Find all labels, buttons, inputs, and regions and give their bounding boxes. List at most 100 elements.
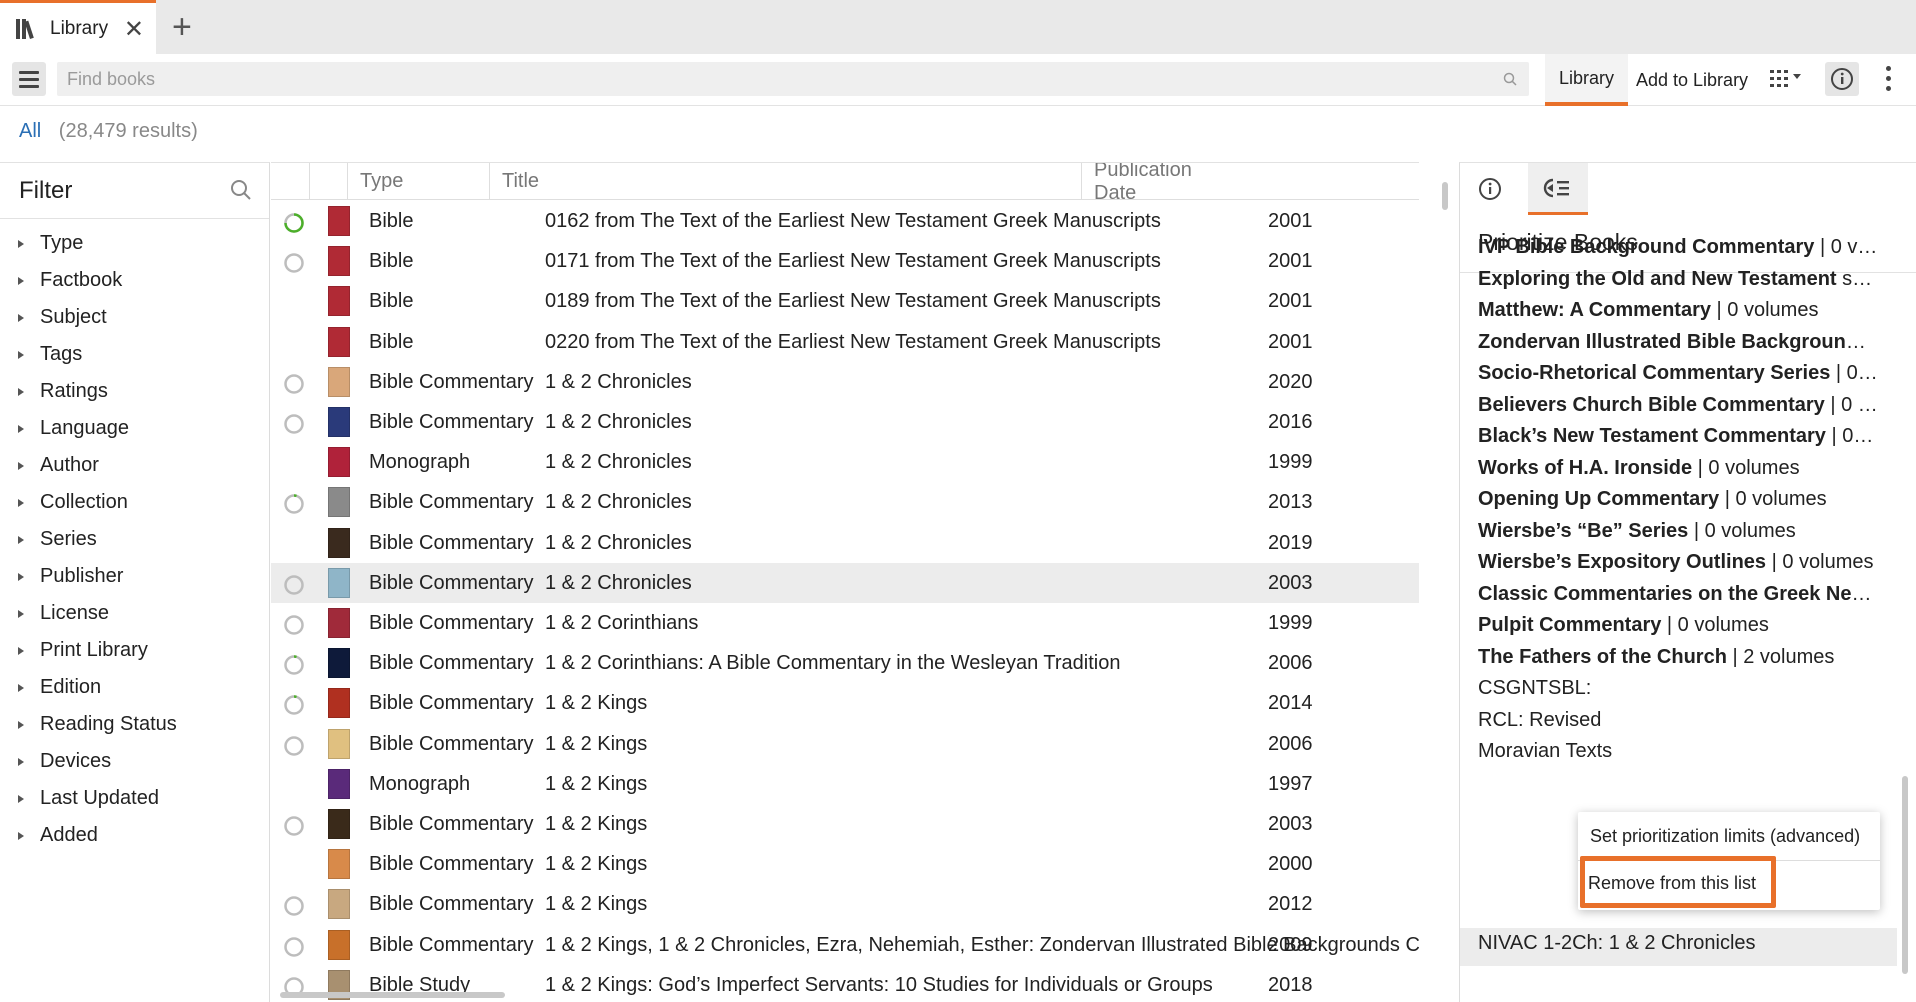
filter-item[interactable]: Subject	[0, 299, 269, 336]
prioritize-item[interactable]: Works of H.A. Ironside | 0 volumes	[1478, 457, 1878, 489]
prioritize-item[interactable]: Black’s New Testament Commentary | 0 vol…	[1478, 425, 1878, 457]
prioritize-item[interactable]: Socio-Rhetorical Commentary Series | 0 v…	[1478, 362, 1878, 394]
tab-info[interactable]	[1460, 163, 1520, 215]
table-row[interactable]: Bible Commentary 1 & 2 Chronicles 2020	[271, 362, 1419, 402]
tab-library[interactable]: Library ✕	[0, 0, 156, 54]
chevron-right-icon	[18, 720, 24, 729]
prioritize-item[interactable]: Classic Commentaries on the Greek New Te…	[1478, 583, 1878, 615]
filter-list: Type Factbook Subject Tags Ratings Language Au…	[0, 219, 269, 854]
filter-item[interactable]: Series	[0, 521, 269, 558]
prioritize-item[interactable]: The Fathers of the Church | 2 volumes	[1478, 646, 1878, 678]
tab-prioritize[interactable]	[1528, 163, 1588, 215]
prioritize-item-name: Opening Up Commentary	[1478, 488, 1720, 510]
prioritize-item[interactable]: Zondervan Illustrated Bible Backgrounds …	[1478, 331, 1878, 363]
table-row[interactable]: Bible Commentary 1 & 2 Kings 2014	[271, 683, 1419, 723]
column-header-publication-date[interactable]: Publication Date	[1081, 163, 1231, 204]
book-cover	[328, 286, 350, 317]
filter-item[interactable]: License	[0, 595, 269, 632]
prioritize-item-detail: series	[1842, 267, 1878, 290]
all-link[interactable]: All	[19, 120, 41, 142]
book-cover	[328, 809, 350, 839]
table-row[interactable]: Bible 0171 from The Text of the Earliest …	[271, 241, 1419, 281]
column-header-type[interactable]: Type	[347, 163, 489, 200]
table-row[interactable]: Monograph 1 & 2 Chronicles 1999	[271, 442, 1419, 482]
prioritize-item[interactable]: RCL: Revised	[1478, 709, 1878, 741]
filter-item[interactable]: Author	[0, 447, 269, 484]
table-vertical-scrollbar[interactable]	[1440, 170, 1450, 970]
cell-date: 1999	[1268, 451, 1313, 474]
filter-item[interactable]: Factbook	[0, 262, 269, 299]
filter-item[interactable]: Type	[0, 225, 269, 262]
search-input[interactable]	[57, 62, 1457, 96]
prioritize-item-name: Black’s New Testament Commentary	[1478, 425, 1826, 447]
grid-view-icon[interactable]	[1770, 68, 1810, 92]
filter-item[interactable]: Ratings	[0, 373, 269, 410]
filter-item[interactable]: Print Library	[0, 632, 269, 669]
filter-item[interactable]: Edition	[0, 669, 269, 706]
table-row[interactable]: Bible Commentary 1 & 2 Corinthians: A Bib…	[271, 643, 1419, 683]
prioritize-item-name: Socio-Rhetorical Commentary Series	[1478, 362, 1831, 384]
prioritize-item[interactable]: CSGNTSBL:	[1478, 677, 1878, 709]
prioritize-item[interactable]: Moravian Texts	[1478, 740, 1878, 772]
book-cover	[328, 929, 350, 960]
filter-item[interactable]: Language	[0, 410, 269, 447]
filter-item[interactable]: Publisher	[0, 558, 269, 595]
table-row[interactable]: Bible 0162 from The Text of the Earliest …	[271, 201, 1419, 241]
cell-type: Bible	[369, 210, 414, 232]
prioritize-item[interactable]: Opening Up Commentary | 0 volumes	[1478, 488, 1878, 520]
filter-item[interactable]: Last Updated	[0, 780, 269, 817]
table-row[interactable]: Bible Commentary 1 & 2 Kings 2000	[271, 844, 1419, 884]
filter-item[interactable]: Collection	[0, 484, 269, 521]
chevron-right-icon	[18, 757, 24, 766]
more-options-icon[interactable]	[1884, 66, 1892, 94]
chevron-right-icon	[18, 276, 24, 285]
tab-add-to-library[interactable]: Add to Library	[1636, 54, 1748, 106]
menu-item-set-limits[interactable]: Set prioritization limits (advanced)	[1590, 826, 1860, 847]
info-button[interactable]	[1825, 62, 1859, 96]
prioritize-item[interactable]: Wiersbe’s “Be” Series | 0 volumes	[1478, 520, 1878, 552]
filter-item-label: Edition	[40, 676, 102, 698]
column-header-title[interactable]: Title	[489, 163, 1081, 200]
hamburger-menu-button[interactable]	[12, 62, 46, 96]
table-row[interactable]: Bible Commentary 1 & 2 Chronicles 2013	[271, 482, 1419, 522]
search-icon[interactable]	[1503, 72, 1517, 86]
filter-item[interactable]: Added	[0, 817, 269, 854]
prioritize-item[interactable]: Matthew: A Commentary | 0 volumes	[1478, 299, 1878, 331]
table-row[interactable]: Bible Commentary 1 & 2 Corinthians 1999	[271, 603, 1419, 643]
prioritize-item[interactable]: IVP Bible Background Commentary | 0 volu…	[1478, 236, 1878, 268]
table-row[interactable]: Bible Commentary 1 & 2 Kings, 1 & 2 Chron…	[271, 925, 1419, 965]
close-icon[interactable]: ✕	[124, 15, 144, 44]
table-row[interactable]: Bible Commentary 1 & 2 Chronicles 2003	[271, 562, 1419, 603]
table-row[interactable]: Bible 0189 from The Text of the Earliest …	[271, 281, 1419, 321]
panel-scrollbar[interactable]	[1902, 776, 1908, 974]
table-row[interactable]: Bible Commentary 1 & 2 Kings 2006	[271, 724, 1419, 764]
book-cover	[328, 527, 350, 558]
book-cover	[328, 889, 350, 920]
filter-item[interactable]: Reading Status	[0, 706, 269, 743]
prioritize-item[interactable]: Pulpit Commentary | 0 volumes	[1478, 614, 1878, 646]
book-cover	[328, 648, 350, 679]
table-row[interactable]: Bible Commentary 1 & 2 Chronicles 2019	[271, 523, 1419, 563]
search-box	[57, 62, 1529, 96]
info-icon	[1831, 68, 1853, 90]
prioritize-item-detail: | 0 volumes	[1819, 236, 1878, 258]
table-row[interactable]: Bible 0220 from The Text of the Earliest …	[271, 322, 1419, 362]
prioritize-item[interactable]: Believers Church Bible Commentary | 0 vo…	[1478, 394, 1878, 426]
prioritize-item-name: Works of H.A. Ironside	[1478, 456, 1693, 479]
add-tab-icon[interactable]: +	[172, 8, 192, 47]
search-icon[interactable]	[230, 179, 252, 201]
book-cover	[328, 567, 350, 598]
table-row[interactable]: Bible Commentary 1 & 2 Kings 2012	[271, 884, 1419, 924]
prioritize-item[interactable]: NIVAC 1-2Ch: 1 & 2 Chronicles	[1460, 928, 1897, 966]
filter-item[interactable]: Tags	[0, 336, 269, 373]
filter-item[interactable]: Devices	[0, 743, 269, 780]
table-row[interactable]: Bible Commentary 1 & 2 Chronicles 2016	[271, 402, 1419, 442]
table-horizontal-scrollbar[interactable]	[280, 992, 505, 998]
cell-date: 2006	[1268, 652, 1313, 675]
cell-type: Bible Commentary	[369, 732, 534, 755]
table-row[interactable]: Bible Commentary 1 & 2 Kings 2003	[271, 804, 1419, 844]
tab-library-view[interactable]: Library	[1545, 54, 1629, 106]
table-row[interactable]: Monograph 1 & 2 Kings 1997	[271, 764, 1419, 804]
prioritize-item[interactable]: Wiersbe’s Expository Outlines | 0 volume…	[1478, 551, 1878, 583]
prioritize-item[interactable]: Exploring the Old and New Testament seri…	[1478, 268, 1878, 300]
